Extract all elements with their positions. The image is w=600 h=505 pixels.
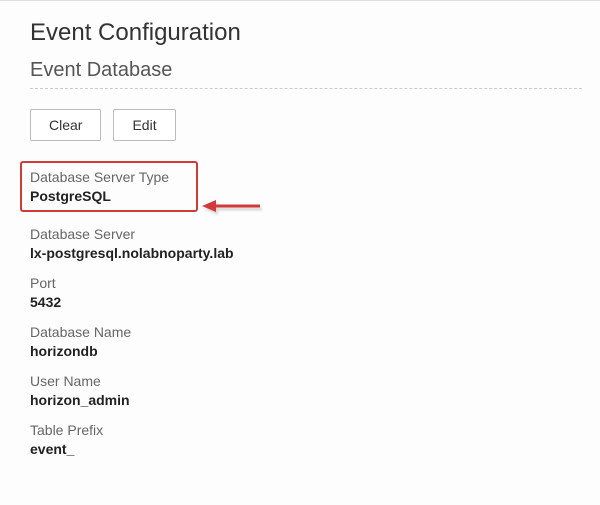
page-title: Event Configuration <box>30 19 582 47</box>
clear-button[interactable]: Clear <box>30 109 101 141</box>
fields-list: Database Server Type PostgreSQL Database… <box>30 161 582 457</box>
section-divider <box>30 88 582 89</box>
event-configuration-page: Event Configuration Event Database Clear… <box>0 0 600 457</box>
field-value: horizondb <box>30 343 582 359</box>
field-label: Database Name <box>30 324 582 340</box>
field-port: Port 5432 <box>30 275 582 310</box>
field-db-server-type: Database Server Type PostgreSQL <box>30 169 188 204</box>
button-row: Clear Edit <box>30 109 582 141</box>
field-value: 5432 <box>30 294 582 310</box>
edit-button[interactable]: Edit <box>113 109 175 141</box>
field-label: User Name <box>30 373 582 389</box>
field-user-name: User Name horizon_admin <box>30 373 582 408</box>
field-label: Port <box>30 275 582 291</box>
field-value: event_ <box>30 441 582 457</box>
highlight-db-server-type: Database Server Type PostgreSQL <box>20 161 198 212</box>
field-label: Table Prefix <box>30 422 582 438</box>
field-value: PostgreSQL <box>30 188 188 204</box>
section-title: Event Database <box>30 59 582 82</box>
field-db-name: Database Name horizondb <box>30 324 582 359</box>
field-table-prefix: Table Prefix event_ <box>30 422 582 457</box>
field-label: Database Server Type <box>30 169 188 185</box>
field-value: lx-postgresql.nolabnoparty.lab <box>30 245 582 261</box>
field-value: horizon_admin <box>30 392 582 408</box>
field-db-server: Database Server lx-postgresql.nolabnopar… <box>30 226 582 261</box>
field-label: Database Server <box>30 226 582 242</box>
